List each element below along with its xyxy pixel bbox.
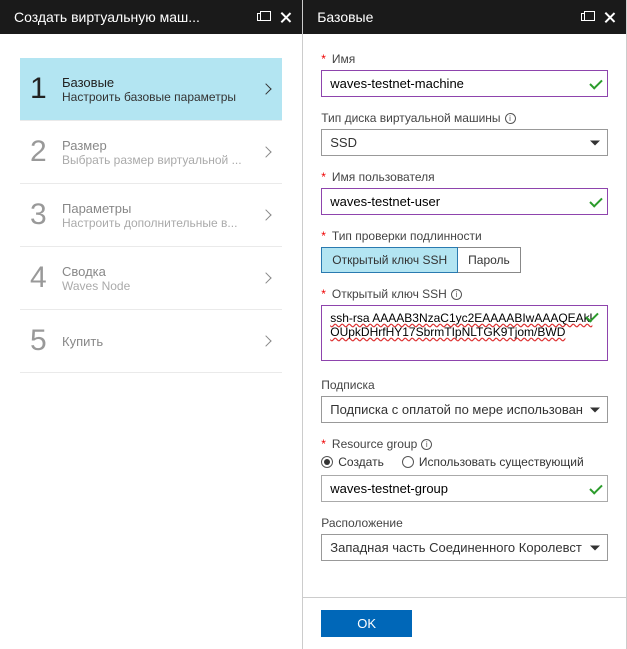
form-footer: OK xyxy=(303,597,626,649)
left-panel-header: Создать виртуальную маш... xyxy=(0,0,302,34)
right-panel-title: Базовые xyxy=(317,9,373,25)
name-label: *Имя xyxy=(321,52,608,66)
auth-password-option[interactable]: Пароль xyxy=(457,247,521,273)
close-icon[interactable] xyxy=(604,11,616,23)
disk-type-select[interactable]: SSD xyxy=(321,129,608,156)
ok-button[interactable]: OK xyxy=(321,610,412,637)
step-title: Купить xyxy=(62,334,262,349)
chevron-right-icon xyxy=(261,272,272,283)
restore-icon[interactable] xyxy=(581,13,590,21)
info-icon[interactable]: i xyxy=(451,289,462,300)
form-area: *Имя Тип диска виртуальной машиныi SSD *… xyxy=(303,34,626,597)
ssh-key-label: *Открытый ключ SSHi xyxy=(321,287,608,301)
radio-icon xyxy=(402,456,414,468)
right-panel-header: Базовые xyxy=(303,0,626,34)
restore-icon[interactable] xyxy=(257,13,266,21)
step-title: Базовые xyxy=(62,75,262,90)
chevron-right-icon xyxy=(261,146,272,157)
resource-group-label: *Resource groupi xyxy=(321,437,608,451)
chevron-right-icon xyxy=(261,83,272,94)
step-subtitle: Настроить базовые параметры xyxy=(62,90,262,104)
rg-create-radio[interactable]: Создать xyxy=(321,455,384,469)
step-title: Параметры xyxy=(62,201,262,216)
steps-list: 1 Базовые Настроить базовые параметры 2 … xyxy=(0,34,302,397)
step-buy[interactable]: 5 Купить xyxy=(20,310,282,373)
chevron-right-icon xyxy=(261,209,272,220)
subscription-label: Подписка xyxy=(321,378,608,392)
close-icon[interactable] xyxy=(280,11,292,23)
auth-type-toggle: Открытый ключ SSH Пароль xyxy=(321,247,608,273)
step-number: 2 xyxy=(30,135,62,169)
chevron-right-icon xyxy=(261,335,272,346)
ssh-key-textarea[interactable]: ssh-rsa AAAAB3NzaC1yc2EAAAABIwAAAQEAklOU… xyxy=(321,305,608,361)
location-label: Расположение xyxy=(321,516,608,530)
location-select[interactable]: Западная часть Соединенного Королевст xyxy=(321,534,608,561)
step-subtitle: Выбрать размер виртуальной ... xyxy=(62,153,262,167)
left-panel-title: Создать виртуальную маш... xyxy=(14,9,200,25)
step-settings[interactable]: 3 Параметры Настроить дополнительные в..… xyxy=(20,184,282,247)
info-icon[interactable]: i xyxy=(505,113,516,124)
step-number: 4 xyxy=(30,261,62,295)
step-number: 1 xyxy=(30,72,62,106)
step-size[interactable]: 2 Размер Выбрать размер виртуальной ... xyxy=(20,121,282,184)
step-title: Размер xyxy=(62,138,262,153)
step-number: 3 xyxy=(30,198,62,232)
wizard-steps-panel: Создать виртуальную маш... 1 Базовые Нас… xyxy=(0,0,303,649)
resource-group-input[interactable] xyxy=(321,475,608,502)
step-summary[interactable]: 4 Сводка Waves Node xyxy=(20,247,282,310)
radio-icon xyxy=(321,456,333,468)
disk-type-label: Тип диска виртуальной машиныi xyxy=(321,111,608,125)
username-label: *Имя пользователя xyxy=(321,170,608,184)
rg-existing-radio[interactable]: Использовать существующий xyxy=(402,455,584,469)
subscription-select[interactable]: Подписка с оплатой по мере использован xyxy=(321,396,608,423)
step-subtitle: Waves Node xyxy=(62,279,262,293)
username-input[interactable] xyxy=(321,188,608,215)
step-title: Сводка xyxy=(62,264,262,279)
step-basics[interactable]: 1 Базовые Настроить базовые параметры xyxy=(20,58,282,121)
auth-ssh-option[interactable]: Открытый ключ SSH xyxy=(321,247,458,273)
step-number: 5 xyxy=(30,324,62,358)
info-icon[interactable]: i xyxy=(421,439,432,450)
step-subtitle: Настроить дополнительные в... xyxy=(62,216,262,230)
basics-form-panel: Базовые *Имя Тип диска виртуальной машин… xyxy=(303,0,627,649)
auth-type-label: *Тип проверки подлинности xyxy=(321,229,608,243)
name-input[interactable] xyxy=(321,70,608,97)
